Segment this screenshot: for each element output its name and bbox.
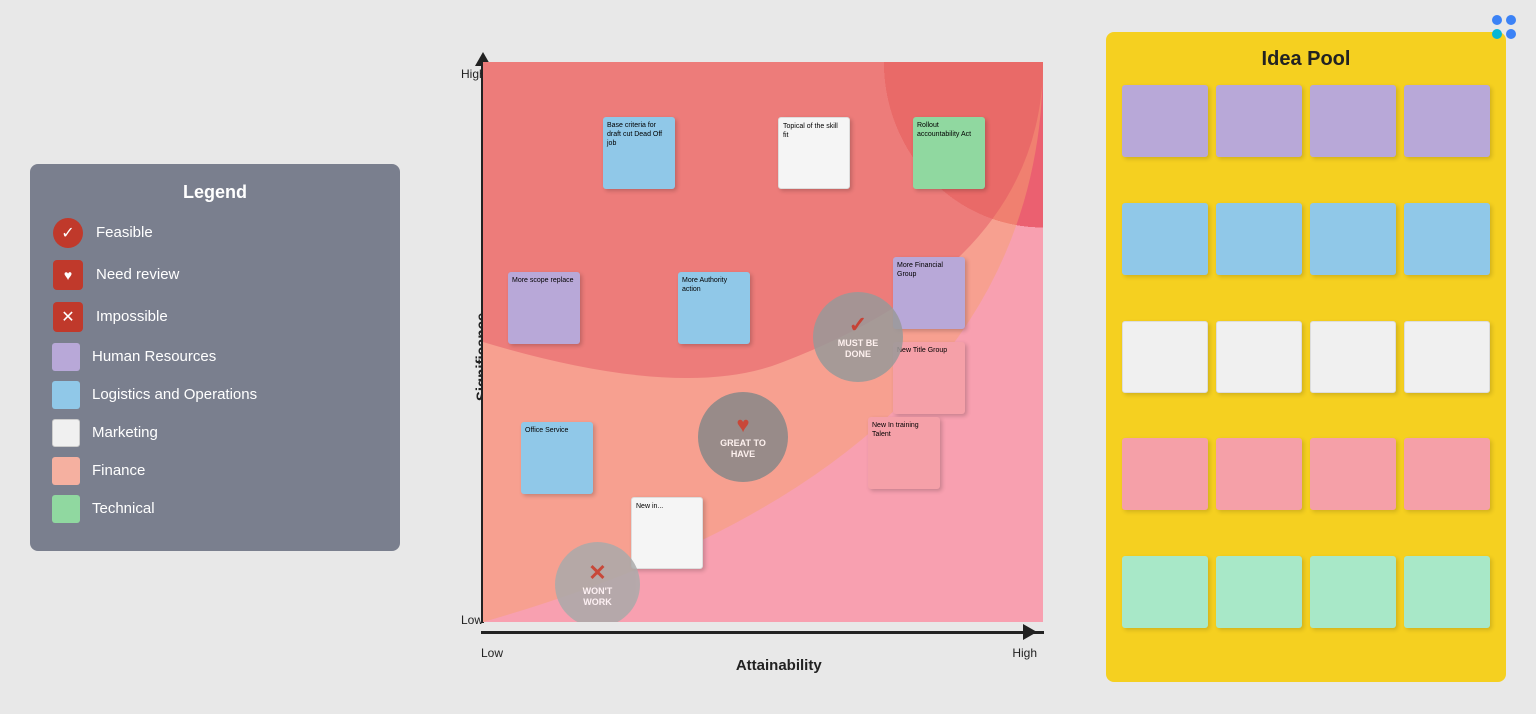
legend-label-hr: Human Resources — [92, 348, 216, 365]
x-axis-high-label: High — [1012, 646, 1037, 660]
legend-label-logistics: Logistics and Operations — [92, 386, 257, 403]
finance-swatch — [52, 457, 80, 485]
must-be-done-label: MUST BEDONE — [838, 338, 879, 360]
idea-sticky-17[interactable] — [1122, 556, 1208, 628]
legend-label-need-review: Need review — [96, 266, 179, 283]
x-axis-arrow — [1023, 624, 1037, 640]
legend-item-impossible: ✕ Impossible — [52, 301, 378, 333]
legend-label-technical: Technical — [92, 500, 155, 517]
sticky-note-s4[interactable]: More scope replace — [508, 272, 580, 344]
x-axis-line — [481, 631, 1044, 634]
idea-sticky-11[interactable] — [1310, 321, 1396, 393]
idea-sticky-15[interactable] — [1310, 438, 1396, 510]
sticky-note-s8[interactable]: Office Service — [521, 422, 593, 494]
logo-dot-1 — [1492, 15, 1502, 25]
legend-item-finance: Finance — [52, 457, 378, 485]
sticky-note-s6[interactable]: More Financial Group — [893, 257, 965, 329]
legend-item-technical: Technical — [52, 495, 378, 523]
idea-sticky-10[interactable] — [1216, 321, 1302, 393]
legend-item-logistics: Logistics and Operations — [52, 381, 378, 409]
marketing-swatch — [52, 419, 80, 447]
wont-work-label: WON'TWORK — [583, 586, 613, 608]
y-axis-high-label: High — [461, 67, 486, 81]
legend-panel: Legend ✓ Feasible ♥ Need review ✕ Imposs… — [30, 164, 400, 551]
sticky-note-s1[interactable]: Base criteria for draft cut Dead Off job — [603, 117, 675, 189]
idea-sticky-16[interactable] — [1404, 438, 1490, 510]
idea-sticky-20[interactable] — [1404, 556, 1490, 628]
legend-label-marketing: Marketing — [92, 424, 158, 441]
great-to-have-label: GREAT TOHAVE — [720, 438, 766, 460]
idea-sticky-13[interactable] — [1122, 438, 1208, 510]
sticky-note-s7[interactable]: New Title Group — [893, 342, 965, 414]
idea-sticky-12[interactable] — [1404, 321, 1490, 393]
idea-sticky-18[interactable] — [1216, 556, 1302, 628]
sticky-note-s10[interactable]: New in... — [631, 497, 703, 569]
idea-sticky-2[interactable] — [1216, 85, 1302, 157]
idea-sticky-14[interactable] — [1216, 438, 1302, 510]
heart-badge: ♥ — [53, 260, 83, 290]
heart-zone-icon: ♥ — [736, 414, 749, 436]
sticky-note-s5[interactable]: More Authority action — [678, 272, 750, 344]
idea-sticky-9[interactable] — [1122, 321, 1208, 393]
legend-item-hr: Human Resources — [52, 343, 378, 371]
need-review-icon: ♥ — [52, 259, 84, 291]
idea-sticky-8[interactable] — [1404, 203, 1490, 275]
impossible-icon: ✕ — [52, 301, 84, 333]
logistics-swatch — [52, 381, 80, 409]
legend-label-feasible: Feasible — [96, 224, 153, 241]
idea-pool-grid — [1122, 85, 1490, 666]
y-axis-low-label: Low — [461, 613, 483, 627]
great-to-have-zone: ♥ GREAT TOHAVE — [698, 392, 788, 482]
x-badge: ✕ — [53, 302, 83, 332]
legend-item-need-review: ♥ Need review — [52, 259, 378, 291]
wont-work-zone: ✕ WON'TWORK — [555, 542, 640, 622]
x-zone-icon: ✕ — [588, 562, 606, 584]
x-axis-low-label: Low — [481, 646, 503, 660]
x-axis-label: Attainability — [736, 657, 822, 674]
logo-dot-3 — [1492, 29, 1502, 39]
check-zone-icon: ✓ — [849, 314, 867, 336]
idea-sticky-1[interactable] — [1122, 85, 1208, 157]
technical-swatch — [52, 495, 80, 523]
legend-label-finance: Finance — [92, 462, 145, 479]
logo-dot-2 — [1506, 15, 1516, 25]
sticky-note-s9[interactable]: New In training Talent — [868, 417, 940, 489]
idea-sticky-7[interactable] — [1310, 203, 1396, 275]
idea-sticky-19[interactable] — [1310, 556, 1396, 628]
legend-title: Legend — [52, 182, 378, 203]
logo-area — [1492, 15, 1516, 39]
idea-sticky-3[interactable] — [1310, 85, 1396, 157]
idea-pool-title: Idea Pool — [1122, 48, 1490, 71]
idea-sticky-4[interactable] — [1404, 85, 1490, 157]
idea-sticky-5[interactable] — [1122, 203, 1208, 275]
logo-dots — [1492, 15, 1516, 39]
idea-pool-panel: Idea Pool — [1106, 32, 1506, 682]
legend-item-feasible: ✓ Feasible — [52, 217, 378, 249]
logo-dot-4 — [1506, 29, 1516, 39]
legend-item-marketing: Marketing — [52, 419, 378, 447]
feasible-icon: ✓ — [52, 217, 84, 249]
chart-plot-area: Base criteria for draft cut Dead Off job… — [483, 62, 1043, 622]
check-badge: ✓ — [53, 218, 83, 248]
sticky-note-s2[interactable]: Topical of the skill fit — [778, 117, 850, 189]
sticky-note-s3[interactable]: Rollout accountability Act — [913, 117, 985, 189]
must-be-done-zone: ✓ MUST BEDONE — [813, 292, 903, 382]
priority-matrix-chart: Significance Attainability High Low Low … — [433, 32, 1073, 682]
legend-label-impossible: Impossible — [96, 308, 168, 325]
hr-swatch — [52, 343, 80, 371]
idea-sticky-6[interactable] — [1216, 203, 1302, 275]
